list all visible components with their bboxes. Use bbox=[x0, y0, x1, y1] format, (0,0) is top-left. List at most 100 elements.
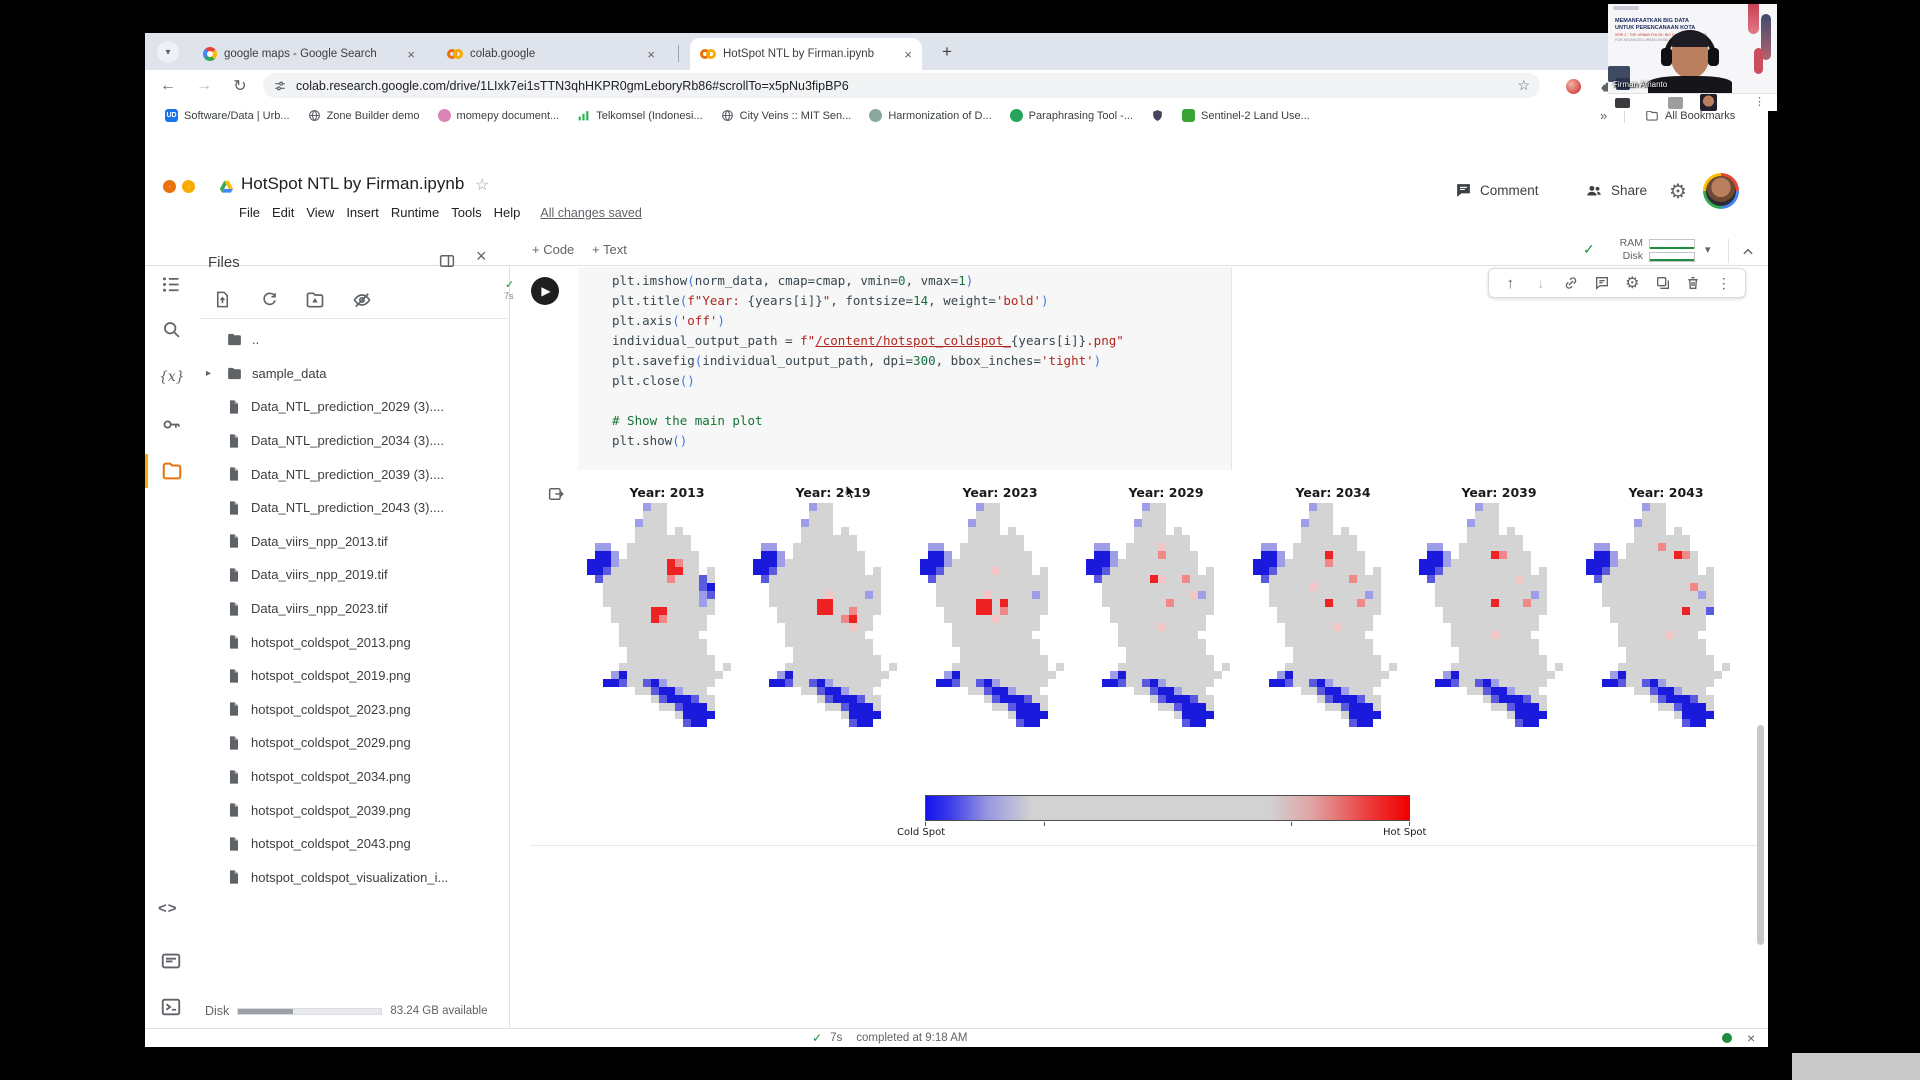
bookmark-star-icon[interactable]: ☆ bbox=[1517, 77, 1530, 94]
menu-edit[interactable]: Edit bbox=[266, 203, 300, 222]
tree-file-row[interactable]: Data_NTL_prediction_2034 (3).... bbox=[200, 424, 510, 458]
secrets-key-icon[interactable] bbox=[161, 414, 182, 435]
more-cell-actions-kebab-icon[interactable]: ⋮ bbox=[1713, 272, 1735, 294]
forward-icon[interactable]: → bbox=[191, 73, 217, 99]
command-palette-icon[interactable] bbox=[160, 950, 182, 972]
bookmark-item[interactable]: Telkomsel (Indonesi... bbox=[569, 106, 710, 125]
comment-button[interactable]: Comment bbox=[1455, 182, 1539, 199]
menu-tools[interactable]: Tools bbox=[445, 203, 487, 222]
hidden-files-eye-off-icon[interactable] bbox=[352, 290, 372, 310]
tree-file-row[interactable]: Data_viirs_npp_2023.tif bbox=[200, 592, 510, 626]
tree-file-row[interactable]: Data_NTL_prediction_2029 (3).... bbox=[200, 390, 510, 424]
open-in-panel-icon[interactable] bbox=[438, 252, 456, 270]
bookmark-item[interactable]: Sentinel-2 Land Use... bbox=[1174, 106, 1318, 125]
upload-file-icon[interactable] bbox=[213, 290, 232, 309]
bookmark-item[interactable] bbox=[1143, 106, 1172, 125]
mount-drive-icon[interactable] bbox=[305, 290, 325, 310]
tree-file-row[interactable]: hotspot_coldspot_2023.png bbox=[200, 693, 510, 727]
tree-folder-row[interactable]: ▸sample_data bbox=[200, 357, 510, 391]
cell-settings-gear-icon[interactable]: ⚙ bbox=[1621, 272, 1643, 294]
search-icon[interactable] bbox=[161, 319, 182, 340]
add-code-button[interactable]: + Code bbox=[532, 242, 574, 257]
changes-saved-status[interactable]: All changes saved bbox=[540, 206, 641, 220]
tab-close-icon[interactable]: × bbox=[645, 47, 657, 62]
terminal-icon[interactable] bbox=[160, 996, 182, 1018]
pip-icon[interactable] bbox=[1615, 98, 1630, 108]
code-line: # Show the main plot bbox=[612, 411, 1231, 431]
settings-gear-icon[interactable]: ⚙ bbox=[1669, 179, 1687, 204]
files-folder-icon[interactable] bbox=[161, 460, 183, 482]
share-button[interactable]: Share bbox=[1585, 182, 1647, 199]
site-settings-icon[interactable] bbox=[273, 79, 287, 93]
bookmark-item[interactable]: UDSoftware/Data | Urb... bbox=[157, 106, 298, 125]
bookmark-label: Telkomsel (Indonesi... bbox=[596, 110, 702, 122]
output-actions-icon[interactable] bbox=[547, 485, 565, 503]
scrollbar-thumb[interactable] bbox=[1757, 725, 1764, 945]
menu-runtime[interactable]: Runtime bbox=[385, 203, 445, 222]
bookmark-item[interactable]: Paraphrasing Tool -... bbox=[1002, 106, 1141, 125]
webcam-menu-kebab-icon[interactable]: ⋮ bbox=[1754, 95, 1765, 108]
map-title: Year: 2039 bbox=[1419, 485, 1579, 500]
tree-file-row[interactable]: hotspot_coldspot_2019.png bbox=[200, 659, 510, 693]
menu-help[interactable]: Help bbox=[488, 203, 527, 222]
expand-caret-icon[interactable]: ▸ bbox=[206, 368, 211, 379]
tree-folder-row[interactable]: .. bbox=[200, 323, 510, 357]
tab-close-icon[interactable]: × bbox=[902, 47, 914, 62]
tree-file-row[interactable]: hotspot_coldspot_visualization_i... bbox=[200, 861, 510, 895]
bookmark-item[interactable]: Zone Builder demo bbox=[300, 106, 428, 125]
sidebar-rail: {x} <> bbox=[145, 266, 200, 1047]
mirror-cell-icon[interactable] bbox=[1652, 272, 1674, 294]
new-tab-button[interactable]: + bbox=[935, 40, 959, 64]
close-status-icon[interactable]: × bbox=[1747, 1030, 1755, 1046]
menu-bar: File Edit View Insert Runtime Tools Help… bbox=[233, 203, 642, 222]
code-snippets-icon[interactable]: <> bbox=[158, 900, 178, 917]
tree-file-row[interactable]: Data_viirs_npp_2013.tif bbox=[200, 525, 510, 559]
tree-item-label: Data_NTL_prediction_2039 (3).... bbox=[251, 467, 444, 482]
tree-file-row[interactable]: Data_NTL_prediction_2043 (3).... bbox=[200, 491, 510, 525]
tree-file-row[interactable]: hotspot_coldspot_2013.png bbox=[200, 625, 510, 659]
tab-hotspot-notebook[interactable]: HotSpot NTL by Firman.ipynb × bbox=[690, 38, 922, 70]
move-cell-down-icon[interactable]: ↓ bbox=[1530, 272, 1552, 294]
hotspot-coldspot-map-2039 bbox=[1419, 503, 1579, 727]
menu-file[interactable]: File bbox=[233, 203, 266, 222]
participant-thumbnail[interactable] bbox=[1700, 94, 1717, 111]
bookmark-item[interactable]: momepy document... bbox=[430, 106, 568, 125]
back-icon[interactable]: ← bbox=[155, 73, 181, 99]
resources-caret-icon[interactable]: ▾ bbox=[1705, 243, 1711, 256]
add-text-button[interactable]: + Text bbox=[592, 242, 627, 257]
tree-file-row[interactable]: hotspot_coldspot_2029.png bbox=[200, 726, 510, 760]
bookmark-favicon-icon: UD bbox=[165, 109, 178, 122]
table-of-contents-icon[interactable] bbox=[161, 274, 182, 295]
video-thumb-placeholder[interactable] bbox=[1668, 97, 1683, 109]
collapse-toolbar-chevron-icon[interactable] bbox=[1741, 245, 1755, 259]
menu-insert[interactable]: Insert bbox=[340, 203, 385, 222]
profile-avatar[interactable] bbox=[1703, 173, 1739, 209]
refresh-files-icon[interactable] bbox=[260, 290, 279, 309]
tree-file-row[interactable]: hotspot_coldspot_2039.png bbox=[200, 793, 510, 827]
tab-search-chevron-icon[interactable]: ▾ bbox=[157, 41, 179, 63]
add-comment-icon[interactable] bbox=[1591, 272, 1613, 294]
tab-google-maps[interactable]: google maps - Google Search × bbox=[193, 38, 425, 70]
move-cell-up-icon[interactable]: ↑ bbox=[1499, 272, 1521, 294]
tree-file-row[interactable]: Data_viirs_npp_2019.tif bbox=[200, 558, 510, 592]
tree-file-row[interactable]: hotspot_coldspot_2043.png bbox=[200, 827, 510, 861]
star-notebook-icon[interactable]: ☆ bbox=[475, 175, 489, 195]
extension-avatar-icon[interactable] bbox=[1560, 73, 1586, 99]
bookmark-item[interactable]: Harmonization of D... bbox=[861, 106, 999, 125]
bookmarks-overflow-chevron[interactable]: » bbox=[1600, 108, 1607, 123]
delete-cell-trash-icon[interactable] bbox=[1682, 272, 1704, 294]
copy-link-to-cell-icon[interactable] bbox=[1560, 272, 1582, 294]
tree-file-row[interactable]: hotspot_coldspot_2034.png bbox=[200, 760, 510, 794]
tab-close-icon[interactable]: × bbox=[405, 47, 417, 62]
variables-icon[interactable]: {x} bbox=[159, 369, 185, 385]
menu-view[interactable]: View bbox=[300, 203, 340, 222]
notebook-title[interactable]: HotSpot NTL by Firman.ipynb bbox=[241, 174, 464, 194]
tree-file-row[interactable]: Data_NTL_prediction_2039 (3).... bbox=[200, 457, 510, 491]
reload-icon[interactable]: ↻ bbox=[227, 73, 253, 99]
bookmark-item[interactable]: City Veins :: MIT Sen... bbox=[713, 106, 860, 125]
close-panel-icon[interactable]: × bbox=[476, 246, 487, 267]
address-bar[interactable]: colab.research.google.com/drive/1LIxk7ei… bbox=[263, 73, 1540, 98]
tab-colab-google[interactable]: colab.google × bbox=[437, 38, 665, 70]
run-cell-button[interactable]: ▶ bbox=[531, 277, 559, 305]
code-editor[interactable]: plt.imshow(norm_data, cmap=cmap, vmin=0,… bbox=[578, 267, 1232, 503]
